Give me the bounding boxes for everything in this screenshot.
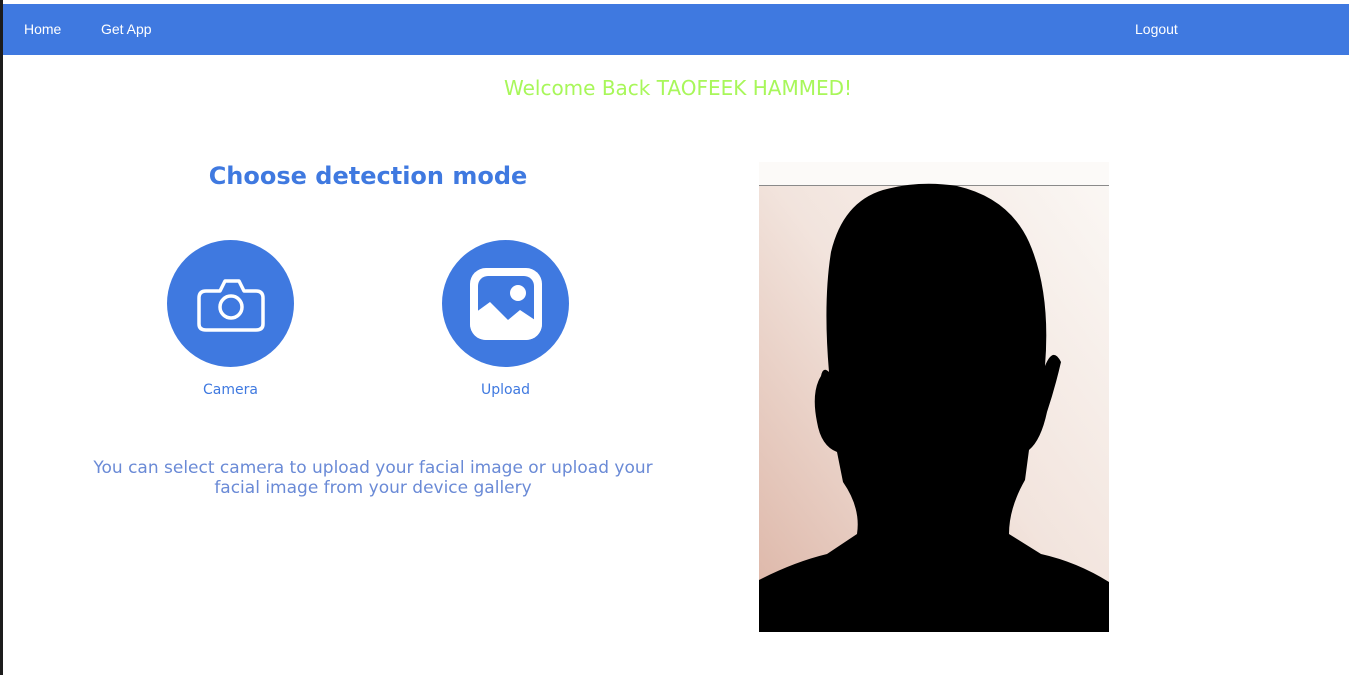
camera-icon (197, 279, 265, 332)
detection-description: You can select camera to upload your fac… (93, 458, 653, 498)
detection-mode-heading: Choose detection mode (208, 162, 528, 190)
upload-mode-label: Upload (480, 382, 531, 398)
window-edge (0, 0, 3, 675)
nav-get-app-link[interactable]: Get App (101, 21, 152, 37)
welcome-message: Welcome Back TAOFEEK HAMMED! (503, 76, 853, 100)
camera-mode-button[interactable] (167, 240, 294, 367)
nav-home-link[interactable]: Home (24, 21, 61, 37)
camera-mode-label: Camera (203, 382, 258, 398)
image-icon (470, 268, 542, 340)
face-silhouette-image (759, 162, 1109, 632)
upload-mode-button[interactable] (442, 240, 569, 367)
top-navbar: Home Get App Logout (3, 4, 1349, 55)
nav-logout-link[interactable]: Logout (1135, 21, 1178, 37)
